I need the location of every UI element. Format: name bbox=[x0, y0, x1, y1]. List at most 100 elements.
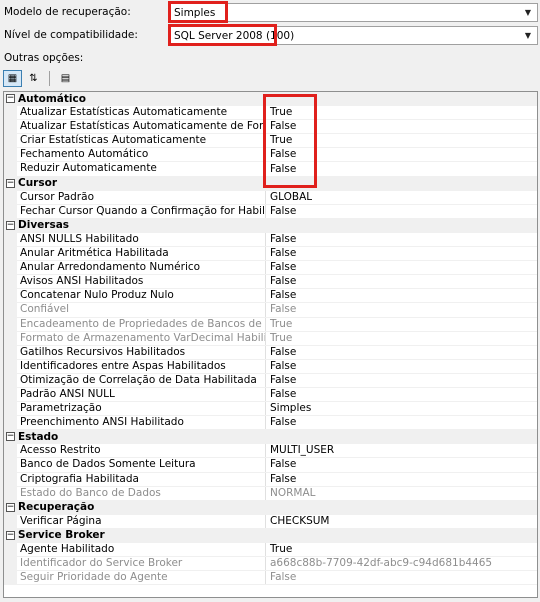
row-gutter bbox=[4, 373, 17, 387]
property-value[interactable]: False bbox=[266, 120, 296, 133]
alphabetical-sort-icon[interactable]: ⇅ bbox=[24, 70, 43, 87]
row-gutter bbox=[4, 472, 17, 486]
row-gutter bbox=[4, 106, 17, 120]
category-header[interactable]: − Estado bbox=[4, 430, 537, 445]
property-row[interactable]: Verificar Página CHECKSUM bbox=[4, 514, 537, 529]
property-row[interactable]: Cursor Padrão GLOBAL bbox=[4, 190, 537, 205]
property-value[interactable]: True bbox=[266, 134, 292, 147]
property-row[interactable]: Agente Habilitado True bbox=[4, 543, 537, 558]
row-gutter bbox=[4, 148, 17, 162]
collapse-icon[interactable]: − bbox=[6, 530, 15, 540]
row-gutter bbox=[4, 247, 17, 261]
category-header[interactable]: − Recuperação bbox=[4, 500, 537, 515]
property-value[interactable]: False bbox=[266, 247, 296, 260]
property-row[interactable]: Parametrização Simples bbox=[4, 402, 537, 417]
property-row[interactable]: Anular Aritmética Habilitada False bbox=[4, 247, 537, 262]
category-header[interactable]: − Cursor bbox=[4, 176, 537, 191]
property-value[interactable]: True bbox=[266, 543, 292, 556]
row-gutter bbox=[4, 261, 17, 275]
property-name: Seguir Prioridade do Agente bbox=[17, 571, 266, 585]
property-row[interactable]: Anular Arredondamento Numérico False bbox=[4, 261, 537, 276]
property-row[interactable]: Concatenar Nulo Produz Nulo False bbox=[4, 289, 537, 304]
property-row[interactable]: Banco de Dados Somente Leitura False bbox=[4, 458, 537, 473]
row-gutter bbox=[4, 190, 17, 204]
property-value[interactable]: False bbox=[266, 233, 296, 246]
property-row[interactable]: Confiável False bbox=[4, 303, 537, 318]
property-name: Criar Estatísticas Automaticamente bbox=[17, 134, 266, 148]
collapse-icon[interactable]: − bbox=[6, 432, 15, 442]
property-value[interactable]: False bbox=[266, 163, 296, 176]
category-header[interactable]: − Diversas bbox=[4, 218, 537, 233]
collapse-icon[interactable]: − bbox=[6, 94, 15, 104]
property-grid[interactable]: − Automático Atualizar Estatísticas Automa… bbox=[3, 91, 538, 598]
chevron-down-icon[interactable]: ▼ bbox=[521, 5, 535, 20]
property-value[interactable]: True bbox=[266, 106, 292, 119]
property-value[interactable]: CHECKSUM bbox=[266, 515, 330, 528]
property-row[interactable]: Fechamento Automático False bbox=[4, 148, 537, 163]
category-header[interactable]: − Service Broker bbox=[4, 528, 537, 543]
property-row[interactable]: Fechar Cursor Quando a Confirmação for H… bbox=[4, 204, 537, 219]
property-row[interactable]: Reduzir Automaticamente False bbox=[4, 162, 537, 177]
property-value[interactable]: False bbox=[266, 416, 296, 429]
property-value[interactable]: False bbox=[266, 473, 296, 486]
property-row[interactable]: Gatilhos Recursivos Habilitados False bbox=[4, 345, 537, 360]
category-header[interactable]: − Automático bbox=[4, 92, 537, 107]
property-row[interactable]: Identificador do Service Broker a668c88b-… bbox=[4, 557, 537, 572]
property-pages-icon[interactable]: ▤ bbox=[56, 70, 75, 87]
compatibility-level-select[interactable]: SQL Server 2008 (100) ▼ bbox=[170, 26, 538, 45]
property-value[interactable]: MULTI_USER bbox=[266, 444, 334, 457]
row-gutter bbox=[4, 162, 17, 176]
property-row[interactable]: ANSI NULLS Habilitado False bbox=[4, 232, 537, 248]
property-value[interactable]: Simples bbox=[266, 402, 311, 415]
property-value: a668c88b-7709-42df-abc9-c94d681b4465 bbox=[270, 557, 493, 570]
property-row[interactable]: Encadeamento de Propriedades de Bancos d… bbox=[4, 317, 537, 332]
property-value[interactable]: False bbox=[266, 205, 296, 218]
property-row[interactable]: Atualizar Estatísticas Automaticamente d… bbox=[4, 120, 537, 135]
property-row[interactable]: Padrão ANSI NULL False bbox=[4, 387, 537, 403]
property-value[interactable]: GLOBAL bbox=[266, 191, 312, 204]
row-gutter bbox=[4, 345, 17, 359]
property-row[interactable]: Acesso Restrito MULTI_USER bbox=[4, 444, 537, 459]
category-label: Estado bbox=[18, 430, 59, 443]
chevron-down-icon[interactable]: ▼ bbox=[521, 28, 535, 43]
property-name: Avisos ANSI Habilitados bbox=[17, 275, 266, 289]
property-value[interactable]: False bbox=[266, 275, 296, 288]
category-label: Diversas bbox=[18, 219, 70, 232]
property-value[interactable]: False bbox=[266, 261, 296, 274]
collapse-icon[interactable]: − bbox=[6, 178, 15, 188]
property-row[interactable]: Atualizar Estatísticas Automaticamente Tr… bbox=[4, 106, 537, 121]
property-name: Confiável bbox=[17, 303, 266, 317]
row-gutter bbox=[4, 331, 17, 345]
property-row[interactable]: Avisos ANSI Habilitados False bbox=[4, 275, 537, 290]
collapse-icon[interactable]: − bbox=[6, 220, 15, 230]
property-value[interactable]: False bbox=[266, 360, 296, 373]
property-row[interactable]: Criar Estatísticas Automaticamente True bbox=[4, 134, 537, 149]
row-gutter bbox=[4, 359, 17, 373]
categorized-view-icon[interactable]: ▦ bbox=[3, 70, 22, 87]
row-gutter bbox=[4, 458, 17, 472]
property-name: Anular Arredondamento Numérico bbox=[17, 261, 266, 275]
property-value[interactable]: False bbox=[266, 388, 296, 401]
property-value[interactable]: False bbox=[266, 458, 296, 471]
property-row[interactable]: Estado do Banco de Dados NORMAL bbox=[4, 486, 537, 501]
row-gutter bbox=[4, 543, 17, 557]
property-row[interactable]: Identificadores entre Aspas Habilitados F… bbox=[4, 359, 537, 374]
recovery-model-select[interactable]: Simples ▼ bbox=[170, 3, 538, 22]
property-row[interactable]: Seguir Prioridade do Agente False bbox=[4, 571, 537, 586]
property-value[interactable]: False bbox=[266, 148, 296, 161]
property-value: False bbox=[270, 571, 297, 584]
property-row[interactable]: Otimização de Correlação de Data Habilit… bbox=[4, 373, 537, 388]
other-options-label: Outras opções: bbox=[4, 52, 84, 64]
property-name: Padrão ANSI NULL bbox=[17, 387, 266, 402]
property-value[interactable]: False bbox=[266, 289, 296, 302]
property-name: Parametrização bbox=[17, 402, 266, 416]
property-row[interactable]: Criptografia Habilitada False bbox=[4, 472, 537, 487]
property-name: Preenchimento ANSI Habilitado bbox=[17, 416, 266, 430]
property-value: NORMAL bbox=[270, 486, 316, 499]
collapse-icon[interactable]: − bbox=[6, 502, 15, 512]
property-value[interactable]: False bbox=[266, 346, 296, 359]
row-gutter bbox=[4, 486, 17, 500]
property-row[interactable]: Preenchimento ANSI Habilitado False bbox=[4, 416, 537, 431]
property-value[interactable]: False bbox=[266, 374, 296, 387]
property-row[interactable]: Formato de Armazenamento VarDecimal Habi… bbox=[4, 331, 537, 346]
